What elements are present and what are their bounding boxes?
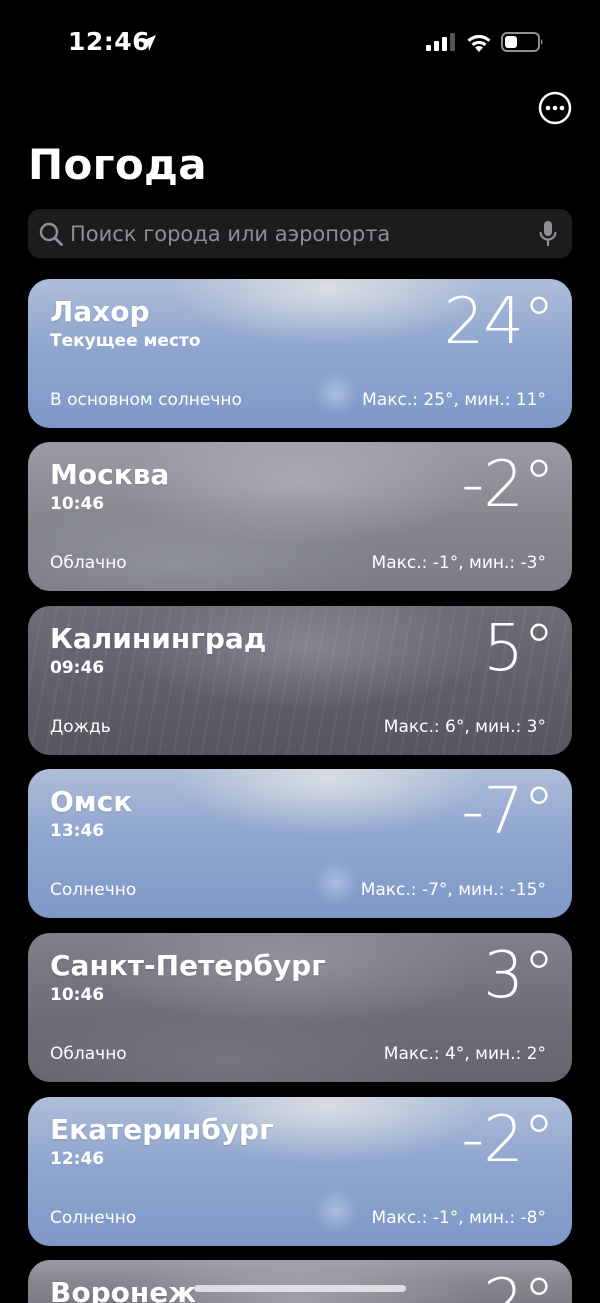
- search-bar[interactable]: [28, 209, 572, 258]
- status-bar: 12:46: [0, 0, 600, 86]
- city-local-time: 13:46: [50, 821, 105, 841]
- city-local-time: 09:46: [50, 658, 105, 678]
- city-local-time: 10:46: [50, 494, 105, 514]
- city-condition: Дождь: [50, 717, 111, 737]
- city-temperature: -7°: [461, 775, 555, 849]
- city-card-kaliningrad[interactable]: Калининград 09:46 5° Дождь Макс.: 6°, ми…: [28, 606, 572, 755]
- city-condition: Облачно: [50, 553, 127, 573]
- city-name: Калининград: [50, 622, 267, 655]
- city-condition: Облачно: [50, 1044, 127, 1064]
- city-local-time: 10:46: [50, 985, 105, 1005]
- location-arrow-icon: [140, 35, 156, 51]
- city-name: Екатеринбург: [50, 1113, 274, 1146]
- city-minmax: Макс.: -1°, мин.: -8°: [371, 1208, 546, 1228]
- city-name: Лахор: [50, 295, 150, 328]
- city-card-yekaterinburg[interactable]: Екатеринбург 12:46 -2° Солнечно Макс.: -…: [28, 1097, 572, 1246]
- more-options-button[interactable]: [538, 91, 572, 125]
- search-input[interactable]: [70, 209, 520, 258]
- city-minmax: Макс.: 6°, мин.: 3°: [383, 717, 546, 737]
- city-condition: Солнечно: [50, 880, 137, 900]
- city-condition: В основном солнечно: [50, 390, 242, 410]
- city-minmax: Макс.: 4°, мин.: 2°: [383, 1044, 546, 1064]
- page-title: Погода: [28, 140, 207, 189]
- battery-icon: [501, 32, 543, 52]
- city-name: Москва: [50, 458, 170, 491]
- microphone-icon[interactable]: [538, 220, 558, 248]
- city-card-lahore[interactable]: Лахор Текущее место 24° В основном солне…: [28, 279, 572, 428]
- city-card-moscow[interactable]: Москва 10:46 -2° Облачно Макс.: -1°, мин…: [28, 442, 572, 591]
- city-name: Санкт-Петербург: [50, 949, 326, 982]
- city-temperature: 5°: [483, 612, 555, 686]
- home-indicator[interactable]: [194, 1285, 406, 1292]
- city-temperature: -2°: [461, 1266, 555, 1303]
- city-minmax: Макс.: -1°, мин.: -3°: [371, 553, 546, 573]
- city-card-voronezh[interactable]: Воронеж -2°: [28, 1260, 572, 1303]
- city-temperature: 24°: [443, 285, 555, 359]
- city-name: Воронеж: [50, 1276, 197, 1303]
- city-minmax: Макс.: -7°, мин.: -15°: [360, 880, 546, 900]
- city-temperature: 3°: [483, 939, 555, 1013]
- city-condition: Солнечно: [50, 1208, 137, 1228]
- city-temperature: -2°: [461, 1103, 555, 1177]
- search-icon: [39, 222, 63, 246]
- city-local-time: 12:46: [50, 1149, 105, 1169]
- city-card-omsk[interactable]: Омск 13:46 -7° Солнечно Макс.: -7°, мин.…: [28, 769, 572, 918]
- city-minmax: Макс.: 25°, мин.: 11°: [362, 390, 546, 410]
- city-subtitle: Текущее место: [50, 331, 201, 351]
- city-temperature: -2°: [461, 448, 555, 522]
- city-name: Омск: [50, 785, 133, 818]
- city-card-saint-petersburg[interactable]: Санкт-Петербург 10:46 3° Облачно Макс.: …: [28, 933, 572, 1082]
- wifi-icon: [467, 34, 491, 52]
- cellular-signal-icon: [426, 33, 455, 51]
